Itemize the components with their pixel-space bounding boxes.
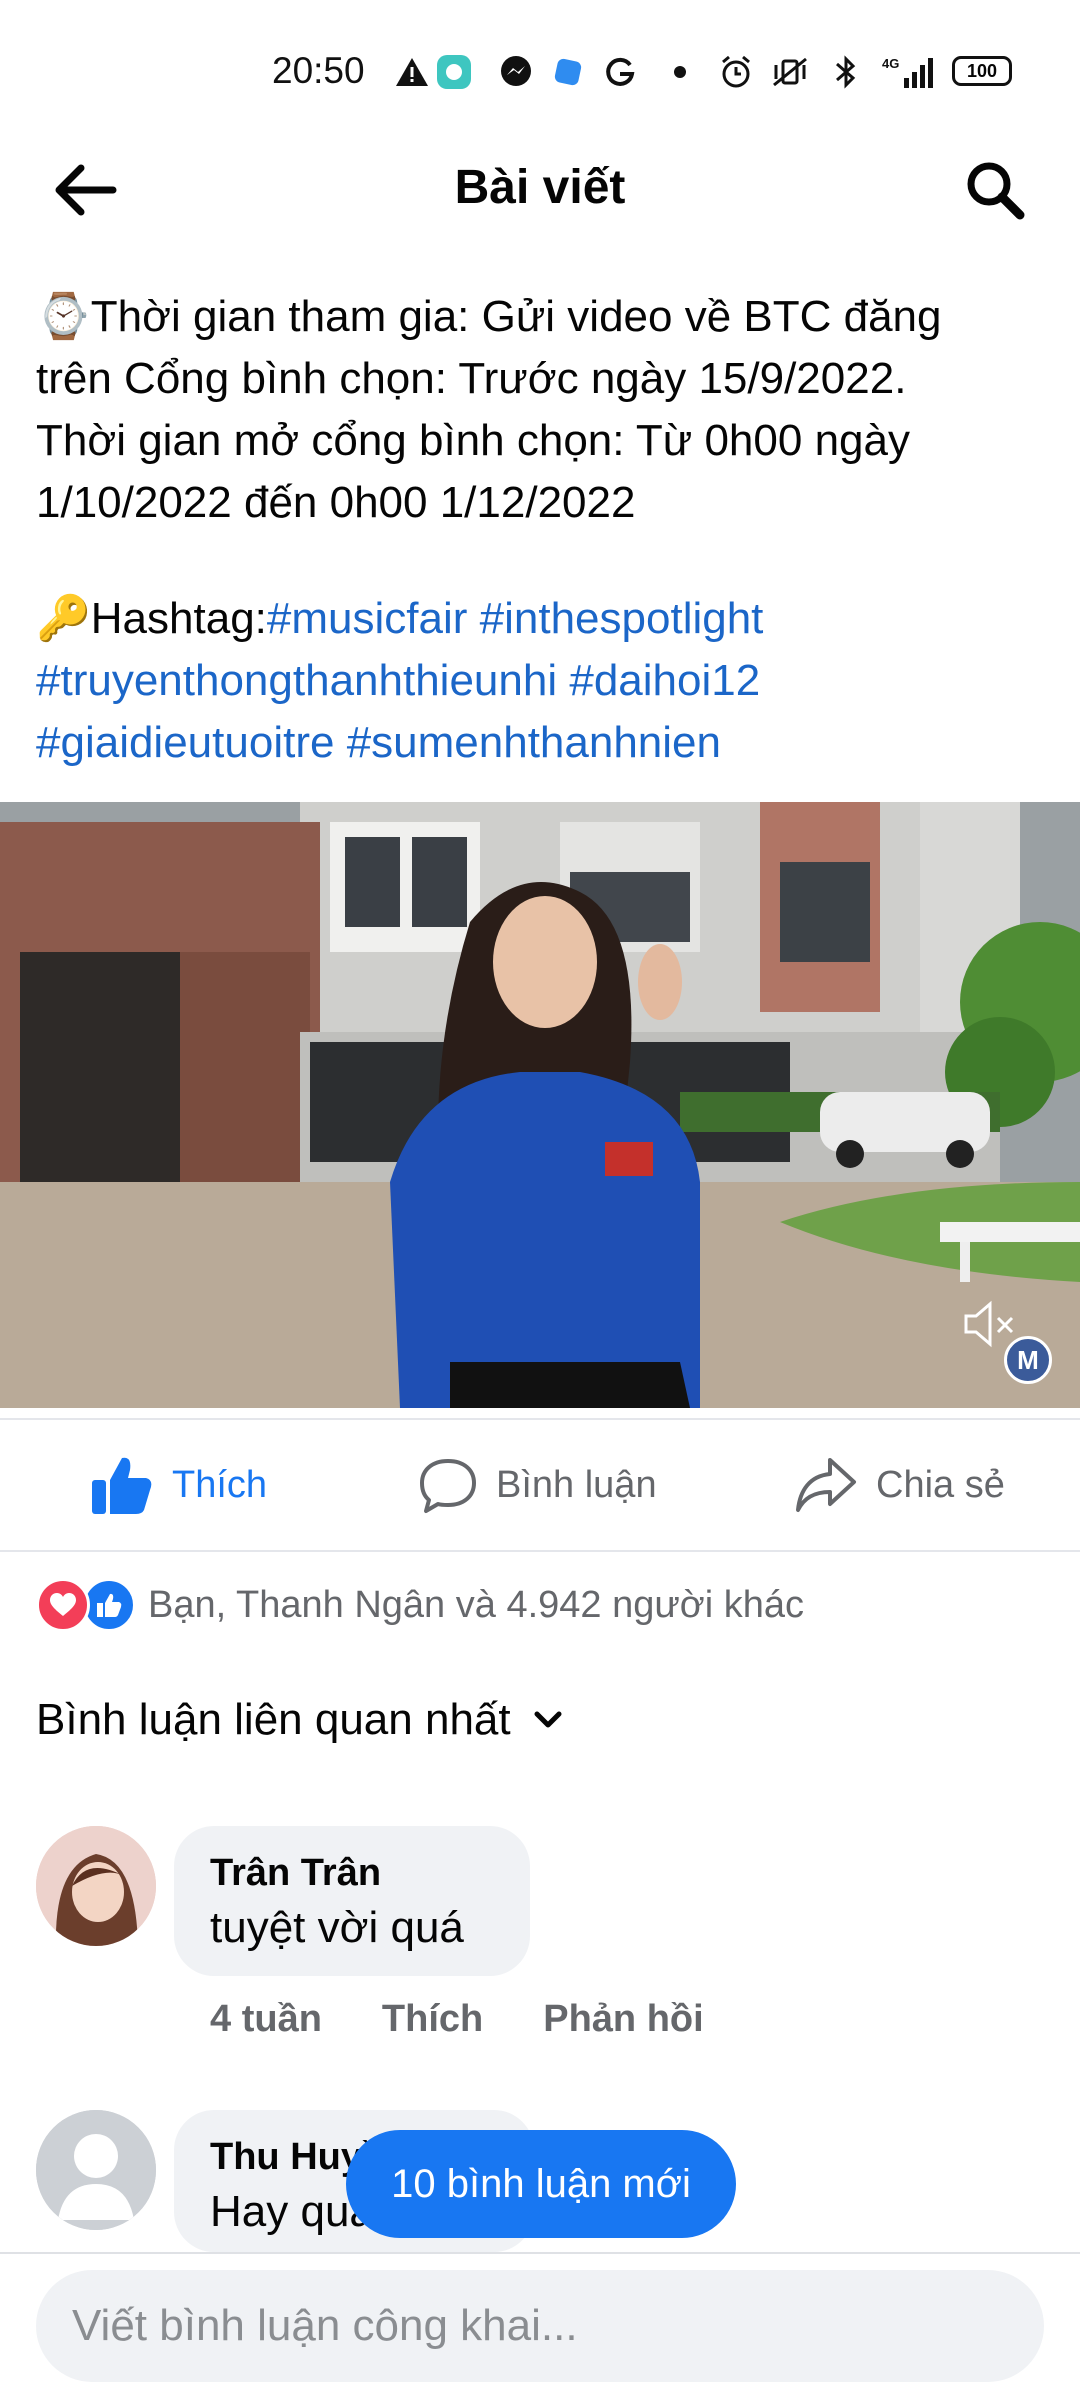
channel-watermark-logo: M (1004, 1336, 1052, 1384)
avatar[interactable] (36, 1826, 156, 1946)
signal-icon: 4G (878, 52, 938, 92)
love-reaction-icon (36, 1578, 90, 1632)
comment-sort-dropdown[interactable]: Bình luận liên quan nhất (36, 1695, 563, 1745)
messenger-icon (496, 52, 536, 92)
hashtag-line: #giaidieutuoitre #sumenhthanhnien (36, 712, 721, 774)
like-reaction-icon (82, 1578, 136, 1632)
hashtag-line: #truyenthongthanhthieunhi #daihoi12 (36, 650, 760, 712)
hashtag-link[interactable]: #truyenthongthanhthieunhi (36, 656, 557, 705)
battery-indicator: 100 (952, 56, 1012, 86)
comment-text: tuyệt vời quá (210, 1903, 464, 1952)
warning-icon (392, 52, 432, 92)
new-comments-button[interactable]: 10 bình luận mới (346, 2130, 736, 2238)
like-label: Thích (172, 1463, 268, 1506)
hashtag-line: 🔑Hashtag:#musicfair #inthespotlight (36, 588, 763, 650)
avatar[interactable] (36, 2110, 156, 2230)
comment-actions: 4 tuần Thích Phản hồi (210, 1998, 704, 2041)
bluetooth-icon (826, 52, 866, 92)
network-type: 4G (882, 56, 899, 71)
dot-icon (660, 52, 700, 92)
hashtag-label: 🔑Hashtag: (36, 594, 267, 643)
post-text-line: trên Cổng bình chọn: Trước ngày 15/9/202… (36, 354, 907, 403)
status-time: 20:50 (272, 50, 365, 91)
status-bar: 20:50 4G 100 (0, 0, 1080, 140)
search-button[interactable] (950, 150, 1040, 230)
comment-label: Bình luận (496, 1463, 657, 1506)
g-icon (600, 52, 640, 92)
comment-author[interactable]: Trân Trân (210, 1848, 494, 1898)
hashtag-link[interactable]: #giaidieutuoitre (36, 718, 334, 767)
post-text-line: Thời gian mở cổng bình chọn: Từ 0h00 ngà… (36, 416, 910, 465)
hashtag-link[interactable]: #daihoi12 (569, 656, 760, 705)
reaction-summary-text: Bạn, Thanh Ngân và 4.942 người khác (148, 1583, 804, 1626)
chevron-down-icon (534, 1711, 562, 1728)
app-icon (548, 52, 588, 92)
like-button[interactable]: Thích (90, 1420, 267, 1550)
comment-bubble[interactable]: Trân Trân tuyệt vời quá (174, 1826, 530, 1976)
reaction-summary[interactable]: Bạn, Thanh Ngân và 4.942 người khác (36, 1575, 804, 1635)
post-text-line: 1/10/2022 đến 0h00 1/12/2022 (36, 478, 636, 527)
share-arrow-icon (796, 1458, 856, 1512)
comment-like-button[interactable]: Thích (382, 1998, 483, 2041)
share-label: Chia sẻ (876, 1463, 1005, 1506)
comment-sort-label: Bình luận liên quan nhất (36, 1695, 511, 1744)
post-video[interactable]: M (0, 802, 1080, 1408)
comment-reply-button[interactable]: Phản hồi (543, 1998, 703, 2041)
post-text-line: ⌚Thời gian tham gia: Gửi video về BTC đă… (36, 292, 942, 341)
search-icon (967, 162, 1025, 220)
hashtag-link[interactable]: #inthespotlight (480, 594, 764, 643)
comment-timestamp: 4 tuần (210, 1998, 322, 2040)
alarm-icon (716, 52, 756, 92)
video-frame (0, 802, 1080, 1408)
comment-icon (420, 1459, 476, 1513)
vibrate-icon (770, 52, 810, 92)
post-action-bar: Thích Bình luận Chia sẻ (0, 1418, 1080, 1552)
chat-app-icon (434, 52, 474, 92)
hashtag-link[interactable]: #sumenhthanhnien (347, 718, 721, 767)
page-title: Bài viết (454, 161, 626, 214)
comment-button[interactable]: Bình luận (418, 1420, 657, 1550)
share-button[interactable]: Chia sẻ (794, 1420, 1005, 1550)
hashtag-link[interactable]: #musicfair (267, 594, 468, 643)
comment-input[interactable] (36, 2270, 1044, 2382)
thumbs-up-icon (92, 1457, 152, 1514)
